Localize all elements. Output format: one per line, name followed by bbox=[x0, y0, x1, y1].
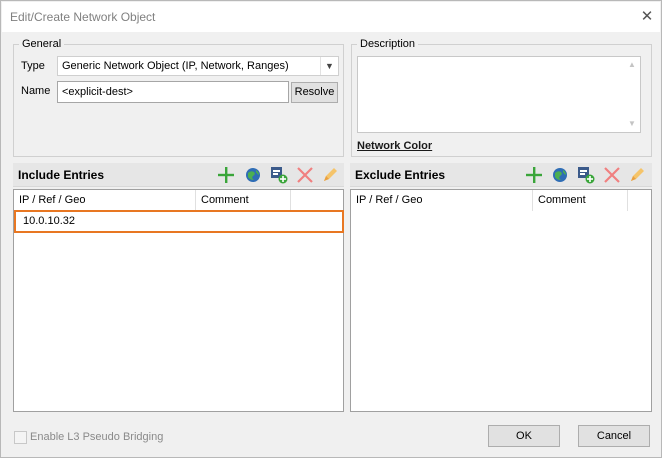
include-grid[interactable]: IP / Ref / Geo Comment 10.0.10.32 bbox=[13, 189, 344, 412]
l3-bridging-checkbox[interactable] bbox=[14, 431, 27, 444]
scroll-down-icon[interactable]: ▼ bbox=[624, 116, 640, 132]
include-title: Include Entries bbox=[18, 168, 105, 182]
cancel-button[interactable]: Cancel bbox=[578, 425, 650, 447]
general-legend: General bbox=[22, 38, 62, 50]
delete-icon[interactable] bbox=[295, 165, 315, 185]
network-object-dialog: Edit/Create Network Object ✕ General Typ… bbox=[0, 0, 662, 458]
resolve-button[interactable]: Resolve bbox=[291, 82, 338, 103]
name-label: Name bbox=[21, 85, 51, 97]
chevron-down-icon[interactable]: ▼ bbox=[320, 57, 338, 75]
description-textarea[interactable]: ▲ ▼ bbox=[357, 56, 641, 133]
type-label: Type bbox=[21, 60, 45, 72]
exclude-col-ip[interactable]: IP / Ref / Geo bbox=[351, 190, 533, 211]
exclude-title: Exclude Entries bbox=[355, 168, 446, 182]
globe-icon[interactable] bbox=[550, 165, 570, 185]
title-bar: Edit/Create Network Object ✕ bbox=[2, 2, 660, 32]
type-dropdown[interactable]: Generic Network Object (IP, Network, Ran… bbox=[57, 56, 339, 76]
include-col-comment[interactable]: Comment bbox=[196, 190, 291, 211]
type-dropdown-value: Generic Network Object (IP, Network, Ran… bbox=[62, 60, 289, 72]
add-reference-icon[interactable] bbox=[269, 165, 289, 185]
name-input[interactable] bbox=[57, 81, 289, 103]
delete-icon[interactable] bbox=[602, 165, 622, 185]
add-reference-icon[interactable] bbox=[576, 165, 596, 185]
add-icon[interactable] bbox=[216, 165, 236, 185]
include-header: Include Entries bbox=[13, 163, 344, 187]
add-icon[interactable] bbox=[524, 165, 544, 185]
exclude-col-comment[interactable]: Comment bbox=[533, 190, 628, 211]
edit-icon[interactable] bbox=[627, 165, 647, 185]
include-col-ip[interactable]: IP / Ref / Geo bbox=[14, 190, 196, 211]
description-scrollbar[interactable]: ▲ ▼ bbox=[624, 57, 640, 132]
exclude-grid[interactable]: IP / Ref / Geo Comment bbox=[350, 189, 652, 412]
l3-bridging-label[interactable]: Enable L3 Pseudo Bridging bbox=[30, 431, 163, 443]
window-title: Edit/Create Network Object bbox=[10, 10, 156, 24]
globe-icon[interactable] bbox=[243, 165, 263, 185]
table-row[interactable]: 10.0.10.32 bbox=[14, 210, 344, 233]
include-row-ip: 10.0.10.32 bbox=[23, 215, 75, 227]
edit-icon[interactable] bbox=[320, 165, 340, 185]
exclude-header: Exclude Entries bbox=[350, 163, 652, 187]
close-icon[interactable]: ✕ bbox=[636, 7, 658, 27]
network-color-link[interactable]: Network Color bbox=[357, 140, 432, 152]
scroll-up-icon[interactable]: ▲ bbox=[624, 57, 640, 73]
ok-button[interactable]: OK bbox=[488, 425, 560, 447]
description-legend: Description bbox=[360, 38, 416, 50]
